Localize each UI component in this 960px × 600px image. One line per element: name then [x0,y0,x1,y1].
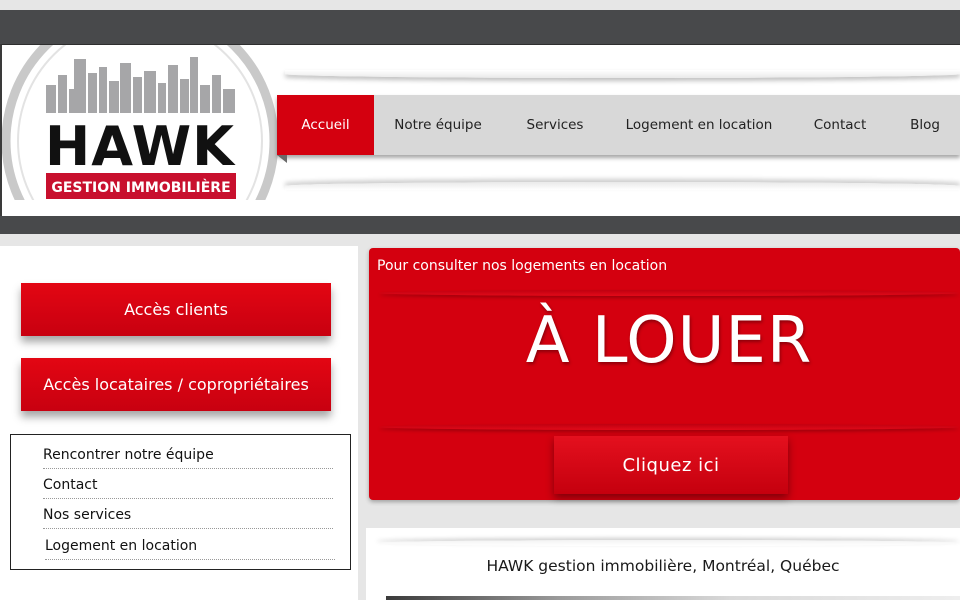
sidebar-link-equipe[interactable]: Rencontrer notre équipe [43,447,333,469]
nav-top-shadow [285,70,960,78]
nav-fold-corner [277,155,287,163]
nav-item-services[interactable]: Services [502,95,608,155]
rental-promo-banner: Pour consulter nos logements en location… [369,248,960,500]
nav-item-blog[interactable]: Blog [890,95,960,155]
logo-brand-text: HAWK [45,115,236,178]
nav-item-notre-equipe[interactable]: Notre équipe [374,95,502,155]
promo-headline: À LOUER [525,304,813,378]
sidebar-links: Rencontrer notre équipe Contact Nos serv… [10,434,351,570]
top-bar [0,10,960,44]
content-image [386,596,960,600]
promo-divider-top [379,290,959,296]
nav-item-contact[interactable]: Contact [790,95,890,155]
nav-item-logement[interactable]: Logement en location [608,95,790,155]
logo-emblem: HAWK GESTION IMMOBILIÈRE [2,45,278,200]
main-nav: Accueil Notre équipe Services Logement e… [277,95,960,155]
tenant-access-button[interactable]: Accès locataires / copropriétaires [21,358,331,411]
nav-item-accueil[interactable]: Accueil [277,95,374,155]
nav-bottom-shadow [285,182,960,190]
client-access-button[interactable]: Accès clients [21,283,331,336]
sidebar-link-logement[interactable]: Logement en location [45,538,335,560]
sidebar-link-contact[interactable]: Contact [43,477,333,499]
promo-caption: Pour consulter nos logements en location [377,258,668,274]
sidebar-link-services[interactable]: Nos services [43,507,333,529]
section-divider [376,540,960,546]
page-title: HAWK gestion immobilière, Montréal, Québ… [486,557,840,575]
promo-divider-bottom [379,424,959,430]
cliquez-ici-button[interactable]: Cliquez ici [554,436,788,494]
logo-tagline-text: GESTION IMMOBILIÈRE [51,179,230,196]
header-bottom-bar [0,216,960,234]
hawk-logo[interactable]: HAWK GESTION IMMOBILIÈRE [2,45,278,200]
